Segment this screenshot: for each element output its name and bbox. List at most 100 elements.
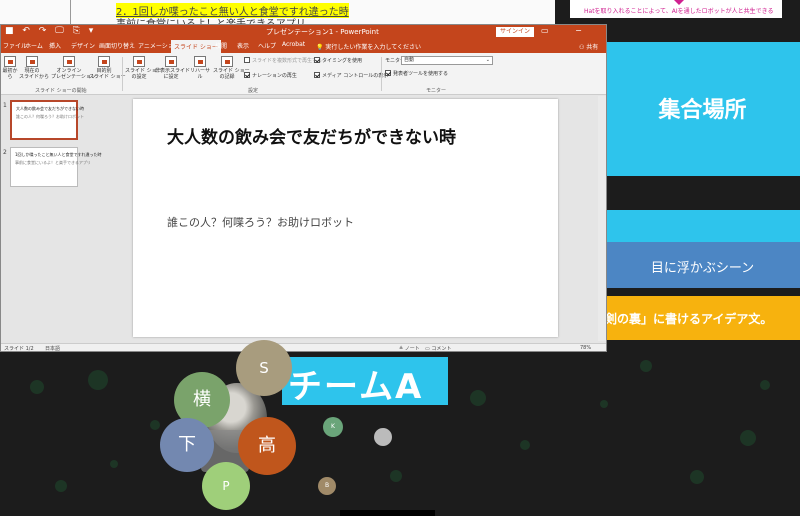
slide-thumbnail-pane: 1 大人数の飲み会で友だちができない時 誰この人？何喋ろう？お助けロボット 2 … <box>1 96 102 341</box>
bottom-bar <box>340 510 435 516</box>
quick-access-toolbar[interactable]: ■ ↶ ↷ 🖵 ⎘ ▾ <box>5 26 96 36</box>
tab-file[interactable]: ファイル <box>3 41 27 50</box>
presenter-view-checkbox[interactable]: 発表者ツールを使用する <box>385 70 448 77</box>
record-icon <box>221 56 233 67</box>
chevron-down-icon: ⌄ <box>485 57 490 63</box>
from-current-button[interactable]: 現在の スライドから <box>19 56 49 80</box>
participant-bubble-b[interactable]: B <box>318 477 336 495</box>
language-indicator: 日本語 <box>45 346 61 352</box>
narration-checkbox[interactable]: ナレーションの再生 <box>244 72 297 79</box>
bg-particle <box>760 380 770 390</box>
thumbnail-number: 2 <box>3 149 7 156</box>
setup-show-button[interactable]: スライド ショー の設定 <box>125 56 162 80</box>
thumbnail-number: 1 <box>3 102 7 109</box>
tab-home[interactable]: ホーム <box>25 41 43 50</box>
powerpoint-window[interactable]: ■ ↶ ↷ 🖵 ⎘ ▾ プレゼンテーション1 - PowerPoint サインイ… <box>0 24 607 352</box>
checkbox-checked-icon <box>244 72 250 78</box>
window-title: プレゼンテーション1 - PowerPoint <box>266 28 379 36</box>
custom-show-icon <box>98 56 110 67</box>
participant-bubble-small[interactable] <box>374 428 392 446</box>
comments-button[interactable]: ▭ コメント <box>425 345 451 351</box>
group-label-monitor: モニター <box>426 88 447 94</box>
tab-design[interactable]: デザイン <box>71 41 95 50</box>
participant-bubble-p[interactable]: P <box>202 462 250 510</box>
arrow-down-icon <box>674 0 684 5</box>
tab-review[interactable]: 校閲 <box>215 41 227 50</box>
tab-acrobat[interactable]: Acrobat <box>282 41 305 48</box>
notes-button[interactable]: ≜ ノート <box>399 345 420 351</box>
bg-particle <box>640 360 652 372</box>
scene-slide: 目に浮かぶシーン <box>605 242 800 288</box>
tab-view[interactable]: 表示 <box>237 41 249 50</box>
rehearse-button[interactable]: リハーサル <box>189 56 211 80</box>
media-controls-checkbox[interactable]: メディア コントロールの表示 <box>314 72 388 79</box>
setup-icon <box>133 56 145 67</box>
thumbnail-title: 1回しか喋ったこと無い人と食堂ですれ違った時 <box>15 152 102 157</box>
slide-strip <box>605 210 800 242</box>
bg-particle <box>88 370 108 390</box>
margin-line <box>70 0 71 26</box>
checkbox-checked-icon <box>314 57 320 63</box>
participant-bubble-shita[interactable]: 下 <box>160 418 214 472</box>
idea-slide: 剣の裏」に書けるアイデア文。 <box>605 296 800 340</box>
participant-bubble-s[interactable]: S <box>236 340 292 396</box>
scene-label: 目に浮かぶシーン <box>650 261 755 276</box>
checkbox-checked-icon <box>385 70 391 76</box>
thumbnail-sub: 誰この人？何喋ろう？お助けロボット <box>16 114 84 119</box>
slide-position: スライド 1/2 <box>4 346 34 352</box>
checkbox-icon <box>244 57 250 63</box>
hide-slide-icon <box>165 56 177 67</box>
hide-slide-button[interactable]: 非表示スライド に設定 <box>155 56 190 80</box>
tab-insert[interactable]: 挿入 <box>49 41 61 50</box>
ribbon: 最初から 現在の スライドから オンライン プレゼンテーション 目的別 スライド… <box>1 53 606 95</box>
tab-transitions[interactable]: 画面切り替え <box>99 41 135 50</box>
online-icon <box>63 56 75 67</box>
share-button[interactable]: ⚇ 共有 <box>579 42 598 51</box>
participant-bubble-taka[interactable]: 高 <box>238 417 296 475</box>
bg-particle <box>390 470 402 482</box>
video-call-stage: 2．1回しか喋ったこと無い人と食堂ですれ違った時 事前に食堂にいるよ！と楽手でき… <box>0 0 800 516</box>
participant-bubble-k[interactable]: K <box>323 417 343 437</box>
top-right-note: Hatを取り入れることによって、AIを通したロボットが人と共生できる <box>584 8 774 15</box>
play-current-icon <box>26 56 38 67</box>
idea-label: 剣の裏」に書けるアイデア文。 <box>605 312 773 326</box>
record-button[interactable]: スライド ショー の記録 <box>213 56 250 80</box>
status-bar: スライド 1/2 日本語 ≜ ノート ▭ コメント 78% <box>1 343 606 352</box>
meeting-place-label: 集合場所 <box>658 98 747 123</box>
custom-show-button[interactable]: 目的別 スライド ショー <box>89 56 126 80</box>
online-present-button[interactable]: オンライン プレゼンテーション <box>51 56 96 80</box>
timing-checkbox[interactable]: タイミングを使用 <box>314 57 362 64</box>
tab-slideshow[interactable]: スライド ショー <box>171 40 221 53</box>
play-multi-checkbox[interactable]: スライドを複数形式で再生する <box>244 57 322 64</box>
bg-particle <box>150 420 160 430</box>
bg-particle <box>690 470 704 484</box>
slide-thumbnail-2[interactable]: 1回しか喋ったこと無い人と食堂ですれ違った時 事前に食堂にいるよ！と楽手できるア… <box>10 147 102 187</box>
thumbnail-title: 大人数の飲み会で友だちができない時 <box>16 106 84 111</box>
bg-particle <box>470 390 486 406</box>
zoom-level[interactable]: 78% <box>580 345 591 351</box>
tab-help[interactable]: ヘルプ <box>258 41 276 50</box>
window-controls[interactable]: ▭ − ☐ ✕ <box>541 26 606 35</box>
tell-me-search[interactable]: 💡 実行したい作業を入力してください <box>316 42 421 51</box>
slide-title[interactable]: 大人数の飲み会で友だちができない時 <box>167 123 456 148</box>
from-start-button[interactable]: 最初から <box>1 56 19 80</box>
vertical-scrollbar[interactable] <box>598 96 606 341</box>
meeting-place-slide: 集合場所 <box>605 42 800 176</box>
monitor-select[interactable]: 自動 ⌄ <box>401 56 493 65</box>
slide-thumbnail-1[interactable]: 大人数の飲み会で友だちができない時 誰この人？何喋ろう？お助けロボット <box>10 100 84 140</box>
bg-particle <box>110 460 118 468</box>
group-divider <box>381 57 382 91</box>
slide-body[interactable]: 誰この人？何喋ろう？お助けロボット <box>167 214 354 230</box>
signin-button[interactable]: サインイン <box>496 27 535 37</box>
bg-particle <box>55 480 67 492</box>
group-label-start: スライド ショーの開始 <box>35 88 87 94</box>
group-label-setup: 設定 <box>248 88 259 94</box>
team-banner: チームA <box>282 357 448 407</box>
slide-canvas[interactable]: 大人数の飲み会で友だちができない時 誰この人？何喋ろう？お助けロボット <box>133 99 558 337</box>
bg-particle <box>600 400 608 408</box>
ribbon-tabs: ファイル ホーム 挿入 デザイン 画面切り替え アニメーション スライド ショー… <box>1 39 606 53</box>
thumbnail-sub: 事前に食堂にいるよ！と楽手できるアプリ <box>15 160 91 165</box>
bg-particle <box>520 440 530 450</box>
play-icon <box>4 56 16 67</box>
title-bar[interactable]: ■ ↶ ↷ 🖵 ⎘ ▾ プレゼンテーション1 - PowerPoint サインイ… <box>1 25 606 39</box>
